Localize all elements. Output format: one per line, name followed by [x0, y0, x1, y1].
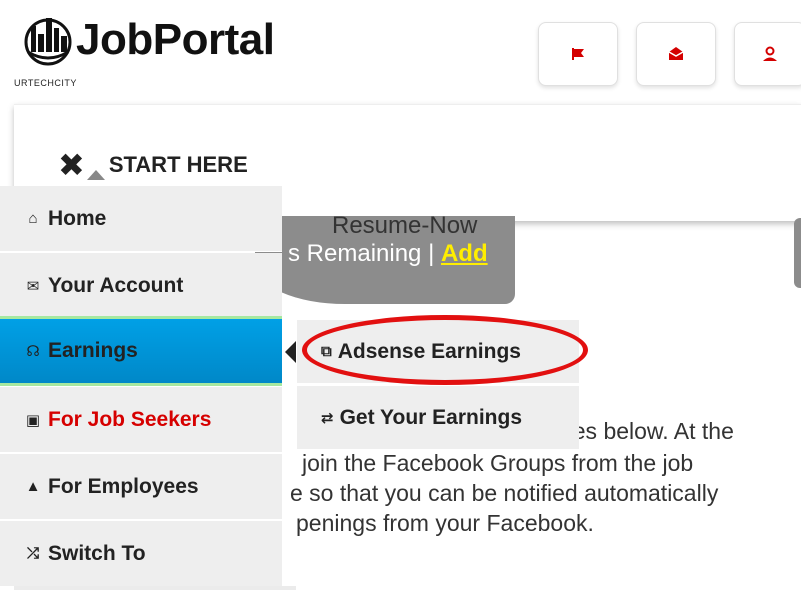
inbox-button[interactable]: [636, 22, 716, 86]
menu-item-label: For Job Seekers: [48, 407, 212, 431]
home-icon: ⌂: [28, 210, 38, 227]
menu-shadow: [14, 586, 296, 590]
banner-edge: [794, 218, 801, 288]
submenu-item-label: Get Your Earnings: [339, 405, 523, 429]
remaining-text: s Remaining | Add: [288, 240, 488, 268]
adsense-icon: ⧉: [321, 343, 332, 360]
body-line-2: join the Facebook Groups from the job: [302, 450, 694, 476]
exchange-icon: ⇄: [321, 409, 334, 427]
menu-item-label: Earnings: [48, 339, 138, 362]
site-logo[interactable]: JobPortal: [22, 14, 275, 66]
resume-now-label: Resume-Now: [332, 212, 478, 239]
city-skyline-icon: [22, 14, 74, 66]
body-line-4: penings from your Facebook.: [296, 510, 594, 536]
remaining-label: s Remaining |: [288, 240, 441, 267]
earnings-icon: ☊: [26, 343, 40, 360]
add-link[interactable]: Add: [441, 240, 488, 267]
close-icon: ✖: [58, 147, 85, 183]
active-indicator-arrow: [285, 341, 296, 363]
menu-item-label: Your Account: [48, 273, 184, 297]
menu-item-job-seekers[interactable]: ▣ For Job Seekers: [0, 387, 282, 453]
start-here-toggle[interactable]: ✖ START HERE: [58, 146, 248, 184]
menu-item-label: Switch To: [48, 541, 146, 565]
submenu-item-get-your-earnings[interactable]: ⇄ Get Your Earnings: [297, 386, 579, 450]
flag-button[interactable]: [538, 22, 618, 86]
submenu-item-label: Adsense Earnings: [337, 339, 521, 363]
user-icon: [763, 46, 777, 61]
menu-item-label: For Employees: [48, 474, 199, 498]
start-here-label: START HERE: [108, 152, 248, 177]
menu-item-your-account[interactable]: ✉ Your Account: [0, 253, 282, 319]
profile-button[interactable]: [734, 22, 801, 86]
menu-item-home[interactable]: ⌂ Home: [0, 186, 282, 252]
shuffle-icon: ⤮: [26, 545, 39, 562]
mail-icon: [668, 47, 684, 60]
employees-icon: ▲: [25, 478, 41, 495]
menu-item-label: Home: [48, 206, 107, 230]
menu-item-switch-to[interactable]: ⤮ Switch To: [0, 521, 282, 587]
body-line-1: ries below. At the: [560, 418, 734, 444]
flag-icon: [572, 48, 584, 60]
submenu-item-adsense-earnings[interactable]: ⧉ Adsense Earnings: [297, 320, 579, 384]
body-line-3: e so that you can be notified automatica…: [290, 480, 719, 506]
job-seekers-icon: ▣: [25, 411, 41, 429]
menu-item-employees[interactable]: ▲ For Employees: [0, 454, 282, 520]
menu-item-earnings[interactable]: ☊ Earnings: [0, 316, 282, 386]
logo-subtitle: URTECHCITY: [14, 78, 77, 88]
account-icon: ✉: [26, 277, 40, 295]
logo-title: JobPortal: [76, 15, 275, 64]
caret-up-icon: [86, 170, 105, 180]
